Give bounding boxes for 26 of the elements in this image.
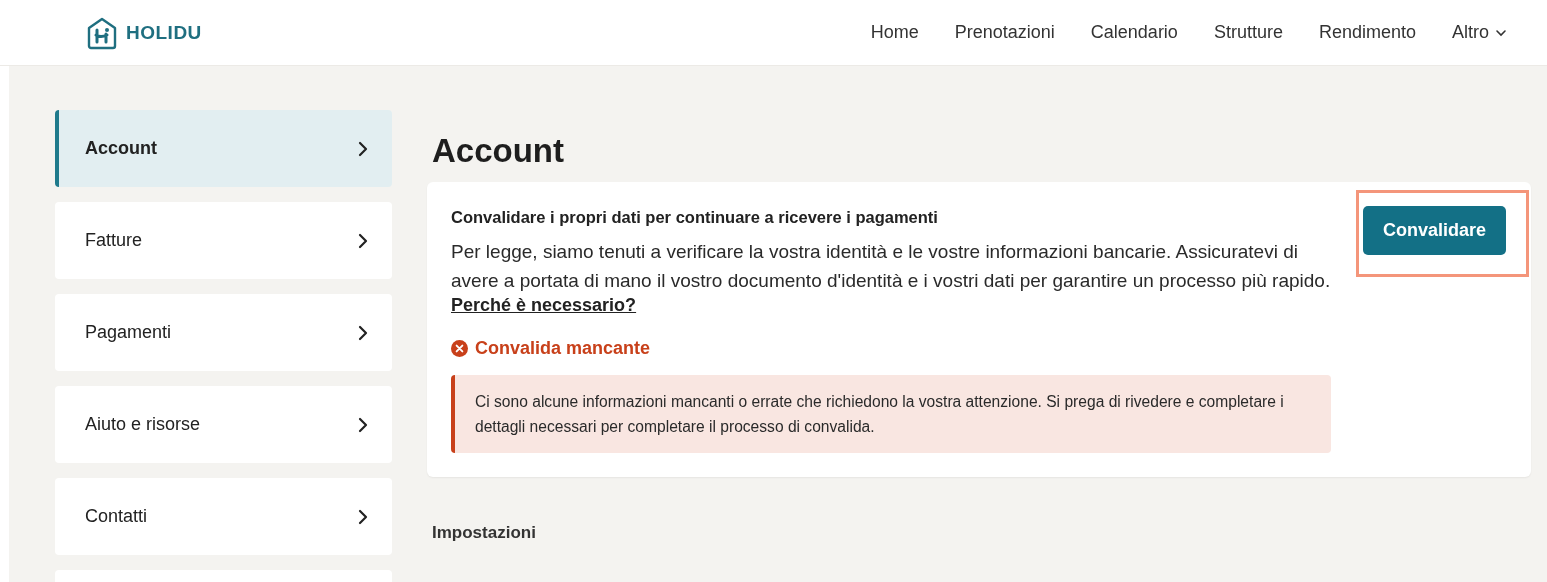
nav-link[interactable]: Calendario [1090, 22, 1178, 43]
chevron-right-icon [356, 508, 370, 525]
chevron-right-icon [356, 416, 370, 433]
house-logo-icon [86, 15, 118, 50]
chevron-right-icon [356, 232, 370, 249]
page-title: Account [432, 132, 565, 170]
status-label: Convalida mancante [475, 338, 651, 359]
info-link[interactable]: Perché è necessario? [451, 295, 637, 316]
sidebar-item[interactable]: Fatture [55, 202, 392, 279]
logo-text[interactable]: HOLIDU [126, 21, 202, 44]
nav-link[interactable]: Home [870, 22, 919, 43]
chevron-right-icon [356, 324, 370, 341]
sidebar-item[interactable]: Contatti [55, 478, 392, 555]
chevron-right-icon [356, 140, 370, 157]
nav-link[interactable]: Rendimento [1318, 22, 1416, 43]
alert-message: Ci sono alcune informazioni mancanti o errate che richiedono la vostra attenzione. Si prega di rivedere e completare i dettagli necessari per completare il processo di convalida. [451, 375, 1331, 453]
nav-link[interactable]: Prenotazioni [954, 22, 1055, 43]
sidebar-item[interactable]: Account [55, 110, 392, 187]
nav-link[interactable]: Strutture [1213, 22, 1283, 43]
card-description: Per legge, siamo tenuti a verificare la vostra identità e le vostre informazioni bancarie. Assicuratevi di avere a portata di mano il vostro documento d'identità e i vostri dati per garantire un processo più rapido. [451, 240, 1331, 293]
sidebar-item[interactable]: Aiuto e risorse [55, 386, 392, 463]
nav-link[interactable]: Altro [1452, 22, 1507, 43]
sidebar-item[interactable]: Pagamenti [55, 294, 392, 371]
validate-button[interactable]: Convalidare [1362, 206, 1506, 255]
section-title: Impostazioni [432, 523, 537, 543]
card-heading: Convalidare i propri dati per continuare a ricevere i pagamenti [451, 208, 939, 227]
